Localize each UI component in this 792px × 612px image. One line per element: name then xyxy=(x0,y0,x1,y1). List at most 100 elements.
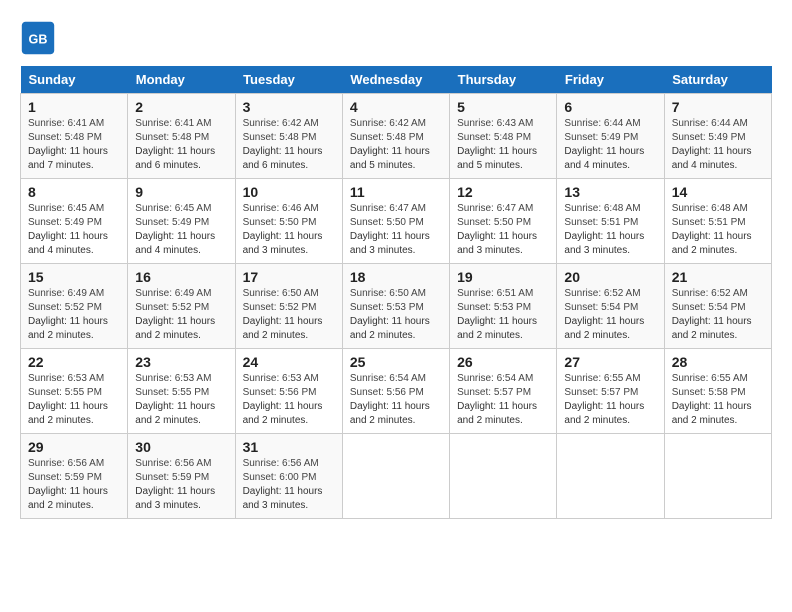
day-info: Sunrise: 6:56 AMSunset: 5:59 PMDaylight:… xyxy=(28,457,120,513)
calendar-cell: 27 Sunrise: 6:55 AMSunset: 5:57 PMDayligh… xyxy=(557,349,664,434)
calendar-cell: 13Sunrise: 6:48 AMSunset: 5:51 PMDayligh… xyxy=(557,179,664,264)
day-number: 17 xyxy=(243,269,335,285)
day-number: 18 xyxy=(350,269,442,285)
calendar-cell: 2 Sunrise: 6:41 AMSunset: 5:48 PMDaylight… xyxy=(128,94,235,179)
column-header-monday: Monday xyxy=(128,66,235,94)
page-header: GB xyxy=(20,20,772,56)
day-info: Sunrise: 6:56 AMSunset: 5:59 PMDaylight:… xyxy=(135,457,227,513)
column-header-sunday: Sunday xyxy=(21,66,128,94)
calendar-cell: 14 Sunrise: 6:48 AMSunset: 5:51 PMDayligh… xyxy=(664,179,771,264)
calendar-cell xyxy=(557,434,664,519)
calendar-cell: 23 Sunrise: 6:53 AMSunset: 5:55 PMDayligh… xyxy=(128,349,235,434)
calendar-cell: 6 Sunrise: 6:44 AMSunset: 5:49 PMDaylight… xyxy=(557,94,664,179)
calendar-cell: 19Sunrise: 6:51 AMSunset: 5:53 PMDayligh… xyxy=(450,264,557,349)
day-info: Sunrise: 6:51 AMSunset: 5:53 PMDaylight:… xyxy=(457,287,549,343)
day-number: 10 xyxy=(243,184,335,200)
day-info: Sunrise: 6:45 AMSunset: 5:49 PMDaylight:… xyxy=(28,202,120,258)
day-info: Sunrise: 6:48 AMSunset: 5:51 PMDaylight:… xyxy=(672,202,764,258)
calendar-cell: 5Sunrise: 6:43 AMSunset: 5:48 PMDaylight… xyxy=(450,94,557,179)
day-number: 25 xyxy=(350,354,442,370)
day-number: 13 xyxy=(564,184,656,200)
day-info: Sunrise: 6:56 AMSunset: 6:00 PMDaylight:… xyxy=(243,457,335,513)
day-info: Sunrise: 6:45 AMSunset: 5:49 PMDaylight:… xyxy=(135,202,227,258)
day-info: Sunrise: 6:49 AMSunset: 5:52 PMDaylight:… xyxy=(28,287,120,343)
calendar-cell: 31 Sunrise: 6:56 AMSunset: 6:00 PMDayligh… xyxy=(235,434,342,519)
day-info: Sunrise: 6:53 AMSunset: 5:55 PMDaylight:… xyxy=(28,372,120,428)
calendar-cell: 20 Sunrise: 6:52 AMSunset: 5:54 PMDayligh… xyxy=(557,264,664,349)
day-number: 1 xyxy=(28,99,120,115)
calendar-cell: 28Sunrise: 6:55 AMSunset: 5:58 PMDayligh… xyxy=(664,349,771,434)
day-number: 9 xyxy=(135,184,227,200)
calendar-cell: 15 Sunrise: 6:49 AMSunset: 5:52 PMDayligh… xyxy=(21,264,128,349)
calendar-cell: 10 Sunrise: 6:46 AMSunset: 5:50 PMDayligh… xyxy=(235,179,342,264)
day-number: 15 xyxy=(28,269,120,285)
column-header-friday: Friday xyxy=(557,66,664,94)
day-number: 4 xyxy=(350,99,442,115)
day-number: 23 xyxy=(135,354,227,370)
day-number: 31 xyxy=(243,439,335,455)
day-info: Sunrise: 6:53 AMSunset: 5:55 PMDaylight:… xyxy=(135,372,227,428)
calendar-cell: 7Sunrise: 6:44 AMSunset: 5:49 PMDaylight… xyxy=(664,94,771,179)
day-info: Sunrise: 6:49 AMSunset: 5:52 PMDaylight:… xyxy=(135,287,227,343)
day-info: Sunrise: 6:44 AMSunset: 5:49 PMDaylight:… xyxy=(672,117,764,173)
column-header-saturday: Saturday xyxy=(664,66,771,94)
day-info: Sunrise: 6:44 AMSunset: 5:49 PMDaylight:… xyxy=(564,117,656,173)
day-info: Sunrise: 6:41 AMSunset: 5:48 PMDaylight:… xyxy=(135,117,227,173)
calendar-week-5: 29 Sunrise: 6:56 AMSunset: 5:59 PMDayligh… xyxy=(21,434,772,519)
calendar-cell: 1 Sunrise: 6:41 AMSunset: 5:48 PMDaylight… xyxy=(21,94,128,179)
column-header-wednesday: Wednesday xyxy=(342,66,449,94)
calendar-cell: 8 Sunrise: 6:45 AMSunset: 5:49 PMDaylight… xyxy=(21,179,128,264)
day-number: 30 xyxy=(135,439,227,455)
day-info: Sunrise: 6:50 AMSunset: 5:53 PMDaylight:… xyxy=(350,287,442,343)
day-number: 24 xyxy=(243,354,335,370)
day-number: 27 xyxy=(564,354,656,370)
calendar-header-row: SundayMondayTuesdayWednesdayThursdayFrid… xyxy=(21,66,772,94)
calendar-cell: 26 Sunrise: 6:54 AMSunset: 5:57 PMDayligh… xyxy=(450,349,557,434)
calendar-cell: 29 Sunrise: 6:56 AMSunset: 5:59 PMDayligh… xyxy=(21,434,128,519)
calendar-cell xyxy=(342,434,449,519)
day-info: Sunrise: 6:42 AMSunset: 5:48 PMDaylight:… xyxy=(243,117,335,173)
day-info: Sunrise: 6:47 AMSunset: 5:50 PMDaylight:… xyxy=(350,202,442,258)
calendar-cell: 17Sunrise: 6:50 AMSunset: 5:52 PMDayligh… xyxy=(235,264,342,349)
calendar-week-3: 15 Sunrise: 6:49 AMSunset: 5:52 PMDayligh… xyxy=(21,264,772,349)
day-info: Sunrise: 6:46 AMSunset: 5:50 PMDaylight:… xyxy=(243,202,335,258)
day-info: Sunrise: 6:52 AMSunset: 5:54 PMDaylight:… xyxy=(672,287,764,343)
calendar-cell: 3 Sunrise: 6:42 AMSunset: 5:48 PMDaylight… xyxy=(235,94,342,179)
calendar-cell xyxy=(664,434,771,519)
day-number: 6 xyxy=(564,99,656,115)
calendar-cell: 11 Sunrise: 6:47 AMSunset: 5:50 PMDayligh… xyxy=(342,179,449,264)
day-info: Sunrise: 6:42 AMSunset: 5:48 PMDaylight:… xyxy=(350,117,442,173)
logo-icon: GB xyxy=(20,20,56,56)
day-number: 5 xyxy=(457,99,549,115)
calendar-week-2: 8 Sunrise: 6:45 AMSunset: 5:49 PMDaylight… xyxy=(21,179,772,264)
calendar-week-4: 22 Sunrise: 6:53 AMSunset: 5:55 PMDayligh… xyxy=(21,349,772,434)
day-number: 11 xyxy=(350,184,442,200)
calendar-cell: 30 Sunrise: 6:56 AMSunset: 5:59 PMDayligh… xyxy=(128,434,235,519)
calendar-cell: 22 Sunrise: 6:53 AMSunset: 5:55 PMDayligh… xyxy=(21,349,128,434)
day-info: Sunrise: 6:53 AMSunset: 5:56 PMDaylight:… xyxy=(243,372,335,428)
day-info: Sunrise: 6:41 AMSunset: 5:48 PMDaylight:… xyxy=(28,117,120,173)
day-info: Sunrise: 6:55 AMSunset: 5:58 PMDaylight:… xyxy=(672,372,764,428)
calendar-table: SundayMondayTuesdayWednesdayThursdayFrid… xyxy=(20,66,772,519)
calendar-cell: 16Sunrise: 6:49 AMSunset: 5:52 PMDayligh… xyxy=(128,264,235,349)
day-info: Sunrise: 6:47 AMSunset: 5:50 PMDaylight:… xyxy=(457,202,549,258)
day-number: 3 xyxy=(243,99,335,115)
calendar-cell: 21Sunrise: 6:52 AMSunset: 5:54 PMDayligh… xyxy=(664,264,771,349)
calendar-cell: 25 Sunrise: 6:54 AMSunset: 5:56 PMDayligh… xyxy=(342,349,449,434)
calendar-cell: 12Sunrise: 6:47 AMSunset: 5:50 PMDayligh… xyxy=(450,179,557,264)
svg-text:GB: GB xyxy=(29,32,48,46)
day-info: Sunrise: 6:55 AMSunset: 5:57 PMDaylight:… xyxy=(564,372,656,428)
day-number: 20 xyxy=(564,269,656,285)
day-info: Sunrise: 6:54 AMSunset: 5:56 PMDaylight:… xyxy=(350,372,442,428)
day-number: 8 xyxy=(28,184,120,200)
day-info: Sunrise: 6:54 AMSunset: 5:57 PMDaylight:… xyxy=(457,372,549,428)
column-header-tuesday: Tuesday xyxy=(235,66,342,94)
calendar-cell: 4 Sunrise: 6:42 AMSunset: 5:48 PMDaylight… xyxy=(342,94,449,179)
day-number: 2 xyxy=(135,99,227,115)
day-info: Sunrise: 6:52 AMSunset: 5:54 PMDaylight:… xyxy=(564,287,656,343)
day-number: 26 xyxy=(457,354,549,370)
calendar-cell xyxy=(450,434,557,519)
day-number: 29 xyxy=(28,439,120,455)
day-number: 14 xyxy=(672,184,764,200)
day-number: 22 xyxy=(28,354,120,370)
